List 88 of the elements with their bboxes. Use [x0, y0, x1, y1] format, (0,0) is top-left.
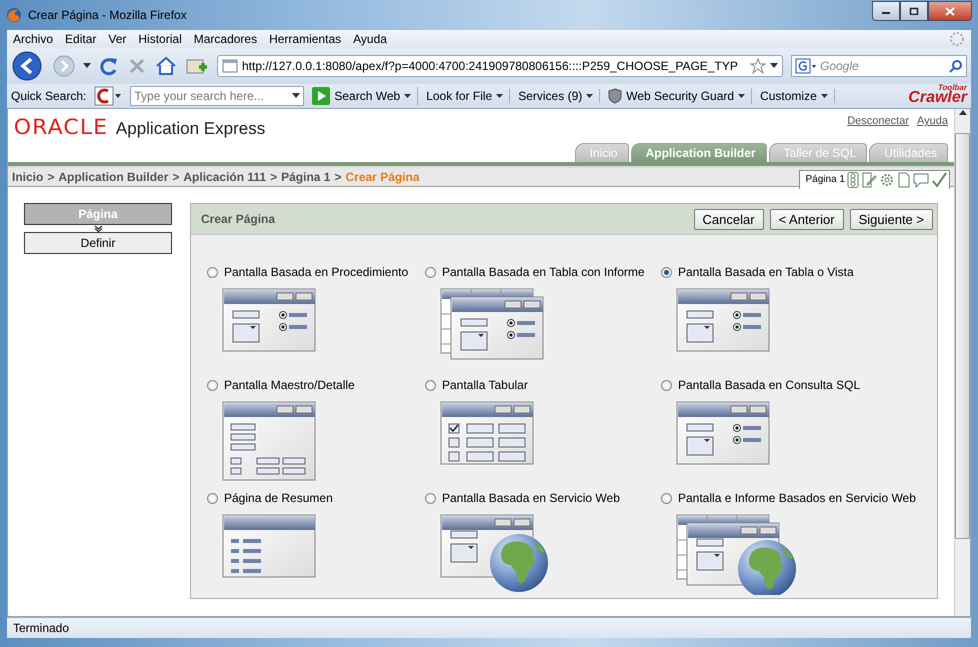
menu-item[interactable]: Archivo [13, 32, 54, 46]
oracle-logo: ORACLE [14, 115, 108, 139]
option-label[interactable]: Pantalla Basada en Procedimiento [224, 265, 408, 279]
gear-icon[interactable] [879, 172, 895, 188]
maximize-icon[interactable] [900, 1, 928, 21]
menu-item[interactable]: Marcadores [194, 32, 258, 46]
edit-icon[interactable] [861, 172, 877, 188]
close-icon[interactable] [928, 1, 972, 21]
menu-item[interactable]: Historial [138, 32, 182, 46]
radio-button[interactable] [207, 380, 218, 390]
product-name: Application Express [116, 119, 266, 139]
option-label[interactable]: Pantalla e Informe Basados en Servicio Web [678, 491, 916, 505]
breadcrumb-link[interactable]: Aplicación 111 [183, 170, 266, 184]
scrollbar[interactable] [954, 109, 970, 616]
option-label[interactable]: Pantalla Basada en Tabla con Informe [442, 265, 645, 279]
window-title: Crear Página - Mozilla Firefox [28, 8, 188, 22]
chevron-down-icon [94, 225, 102, 232]
home-icon[interactable] [155, 56, 177, 76]
wizard-button[interactable]: Siguiente > [850, 208, 933, 230]
breadcrumb-link[interactable]: Application Builder [58, 170, 168, 184]
throbber-icon [949, 31, 965, 47]
toolbar-button[interactable]: Look for File [426, 89, 492, 103]
radio-button[interactable] [425, 266, 436, 278]
shield-icon [608, 88, 622, 104]
status-text: Terminado [13, 621, 70, 635]
dropdown-icon[interactable] [586, 94, 594, 98]
comment-icon[interactable] [913, 172, 929, 188]
option-label[interactable]: Pantalla Basada en Servicio Web [442, 491, 620, 505]
dropdown-icon[interactable] [738, 94, 746, 98]
dropdown-icon[interactable] [83, 63, 91, 69]
menu-item[interactable]: Ayuda [353, 32, 387, 46]
option-label[interactable]: Pantalla Basada en Consulta SQL [678, 378, 860, 392]
breadcrumb-link[interactable]: Inicio [12, 170, 44, 184]
dropdown-icon[interactable] [292, 93, 300, 99]
header-link[interactable]: Ayuda [917, 115, 948, 143]
forward-icon[interactable] [53, 55, 75, 77]
radio-button[interactable] [425, 380, 436, 390]
page-icon[interactable] [897, 172, 911, 188]
menu-item[interactable]: Ver [108, 32, 126, 46]
option-label[interactable]: Pantalla Basada en Tabla o Vista [678, 265, 854, 279]
option-label[interactable]: Página de Resumen [224, 491, 333, 505]
option-label[interactable]: Pantalla Tabular [442, 378, 528, 392]
dropdown-icon[interactable] [770, 63, 778, 69]
google-icon[interactable] [795, 58, 817, 74]
breadcrumb-separator: > [47, 170, 54, 184]
menu-item[interactable]: Editar [65, 32, 96, 46]
search-field[interactable]: Google [791, 55, 967, 77]
radio-button[interactable] [661, 492, 672, 504]
crawler-icon[interactable] [94, 86, 122, 106]
menu-item[interactable]: Herramientas [269, 32, 342, 46]
toolbar-button[interactable]: Web Security Guard [626, 89, 734, 103]
crawler-logo: Crawler Toolbar [908, 85, 967, 107]
breadcrumb-separator: > [172, 170, 180, 184]
wizard-step: Definir [24, 232, 172, 254]
region-title: Crear Página [201, 212, 276, 226]
quick-search-field[interactable]: Type your search here... [130, 86, 304, 106]
quick-search-label: Quick Search: [11, 89, 86, 103]
toolbar-button[interactable]: Search Web [334, 89, 400, 103]
breadcrumb-link[interactable]: Página 1 [281, 170, 330, 184]
wizard-step: Página [24, 203, 172, 225]
page-icon [222, 59, 238, 73]
dropdown-icon[interactable] [404, 94, 412, 98]
address-field[interactable]: http://127.0.0.1:8080/apex/f?p=4000:4700:241909780806156::::P259_CHOOSE_PAGE_TYP [217, 55, 783, 77]
wizard-button[interactable]: Cancelar [694, 208, 764, 230]
toolbar-button[interactable]: Customize [760, 89, 817, 103]
minimize-icon[interactable] [872, 1, 900, 21]
page-label: Página 1 [806, 174, 845, 185]
traffic-light-icon[interactable] [847, 172, 859, 188]
star-icon[interactable] [750, 58, 766, 74]
radio-button[interactable] [425, 492, 436, 504]
radio-button[interactable] [661, 380, 672, 390]
play-icon [312, 87, 330, 105]
radio-button[interactable] [207, 492, 218, 504]
radio-button[interactable] [661, 266, 672, 278]
breadcrumb-separator: > [270, 170, 278, 184]
check-icon[interactable] [931, 172, 947, 188]
firefox-logo-icon [6, 7, 22, 23]
search-icon[interactable] [949, 59, 963, 73]
reload-icon[interactable] [99, 56, 119, 76]
dropdown-icon[interactable] [820, 94, 828, 98]
wizard-button[interactable]: < Anterior [770, 208, 844, 230]
dropdown-icon[interactable] [496, 94, 504, 98]
option-label[interactable]: Pantalla Maestro/Detalle [224, 378, 355, 392]
toolbar-button[interactable]: Services (9) [518, 89, 582, 103]
radio-button[interactable] [207, 266, 218, 278]
breadcrumb-separator: > [334, 170, 342, 184]
header-link[interactable]: Desconectar [847, 115, 909, 143]
breadcrumb-current: Crear Página [346, 170, 420, 184]
